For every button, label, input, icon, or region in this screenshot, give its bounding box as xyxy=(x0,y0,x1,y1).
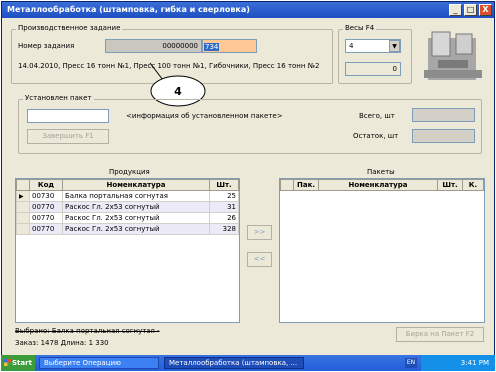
job-group-label: Производственное задание xyxy=(16,24,123,32)
move-right-button[interactable]: >> xyxy=(247,225,272,240)
start-label: Start xyxy=(12,359,32,367)
total-value xyxy=(412,108,475,122)
window-title: Металлообработка (штамповка, гибка и све… xyxy=(7,5,250,14)
products-header-qty[interactable]: Шт. xyxy=(209,179,239,191)
scales-selected: 4 xyxy=(349,42,354,50)
selected-item-text: Выбрано: Балка портальная согнутая - xyxy=(15,327,160,335)
taskbar: Start Выберите Операцию Металлообработка… xyxy=(1,355,495,371)
product-qty: 31 xyxy=(209,201,239,213)
product-name: Раскос Гл. 2х53 согнутый xyxy=(62,223,210,235)
products-header-name[interactable]: Номенклатура xyxy=(62,179,210,191)
package-info: <информация об установленном пакете> xyxy=(126,112,283,120)
packages-header-name[interactable]: Номенклатура xyxy=(318,179,438,191)
maximize-button[interactable]: □ xyxy=(464,4,477,16)
product-name: Раскос Гл. 2х53 согнутый xyxy=(62,212,210,224)
move-left-button[interactable]: << xyxy=(247,252,272,267)
product-code: 00730 xyxy=(29,190,63,202)
scales-group-label: Весы F4 xyxy=(343,24,377,32)
windows-logo-icon xyxy=(4,359,11,366)
row-selector xyxy=(16,223,30,235)
finish-button[interactable]: Завершить F1 xyxy=(27,129,109,144)
packages-table-frame: Пак. Номенклатура Шт. К. xyxy=(279,178,485,323)
minimize-button[interactable]: _ xyxy=(449,4,462,16)
row-selector xyxy=(16,201,30,213)
package-group-label: Установлен пакет xyxy=(23,94,94,102)
order-info: Заказ: 1478 Длина: 1 330 xyxy=(15,339,109,347)
system-tray: 3:41 PM xyxy=(421,355,495,371)
press-head-left xyxy=(431,31,451,57)
clock: 3:41 PM xyxy=(460,359,489,367)
tag-package-button[interactable]: Бирка на Пакет F2 xyxy=(396,327,484,342)
product-name: Раскос Гл. 2х53 согнутый xyxy=(62,201,210,213)
products-header-corner xyxy=(16,179,30,191)
product-qty: 26 xyxy=(209,212,239,224)
chevron-down-icon[interactable]: ▼ xyxy=(389,40,400,52)
product-qty: 328 xyxy=(209,223,239,235)
job-number-label: Номер задания xyxy=(18,42,75,50)
taskbar-task-app-label: Металлообработка (штамповка, ... xyxy=(169,359,298,367)
product-code: 00770 xyxy=(29,223,63,235)
remainder-value xyxy=(412,129,475,143)
products-table-frame: Код Номенклатура Шт. ▶ 00730 Балка порта… xyxy=(15,178,240,323)
packages-header-corner xyxy=(280,179,294,191)
callout-number: 4 xyxy=(174,85,182,98)
packages-title: Пакеты xyxy=(367,168,395,176)
scales-reading: 0 xyxy=(345,62,401,76)
press-bed xyxy=(438,60,468,68)
total-label: Всего, шт xyxy=(359,112,395,120)
products-table: Код Номенклатура Шт. ▶ 00730 Балка порта… xyxy=(16,179,239,235)
product-name: Балка портальная согнутая xyxy=(62,190,210,202)
packages-header-qty[interactable]: Шт. xyxy=(437,179,463,191)
row-selector-icon: ▶ xyxy=(16,190,30,202)
table-row[interactable]: ▶ 00730 Балка портальная согнутая 25 xyxy=(16,190,239,202)
language-indicator[interactable]: EN xyxy=(405,358,417,368)
press-head-right xyxy=(455,33,473,55)
table-row[interactable]: 00770 Раскос Гл. 2х53 согнутый 26 xyxy=(16,212,239,224)
product-code: 00770 xyxy=(29,212,63,224)
close-button[interactable]: X xyxy=(479,4,492,16)
table-row[interactable]: 00770 Раскос Гл. 2х53 согнутый 31 xyxy=(16,201,239,213)
title-bar: Металлообработка (штамповка, гибка и све… xyxy=(2,2,494,18)
row-selector xyxy=(16,212,30,224)
taskbar-task-operation[interactable]: Выберите Операцию xyxy=(39,357,159,369)
product-qty: 25 xyxy=(209,190,239,202)
products-header-code[interactable]: Код xyxy=(29,179,63,191)
taskbar-task-operation-label: Выберите Операцию xyxy=(44,359,121,367)
product-code: 00770 xyxy=(29,201,63,213)
press-base xyxy=(424,70,482,78)
package-input[interactable] xyxy=(27,109,109,123)
job-number-input[interactable]: 734 xyxy=(202,39,257,53)
packages-table: Пак. Номенклатура Шт. К. xyxy=(280,179,484,191)
job-number-input-text: 734 xyxy=(204,43,220,51)
press-machine-icon xyxy=(424,31,482,80)
job-number-value: 00000000 xyxy=(105,39,202,53)
app-window: Металлообработка (штамповка, гибка и све… xyxy=(1,1,495,371)
products-title: Продукция xyxy=(109,168,150,176)
packages-header-k[interactable]: К. xyxy=(462,179,484,191)
taskbar-task-app[interactable]: Металлообработка (штамповка, ... xyxy=(164,357,304,369)
packages-header-pack[interactable]: Пак. xyxy=(293,179,319,191)
remainder-label: Остаток, шт xyxy=(353,132,399,140)
table-row[interactable]: 00770 Раскос Гл. 2х53 согнутый 328 xyxy=(16,223,239,235)
